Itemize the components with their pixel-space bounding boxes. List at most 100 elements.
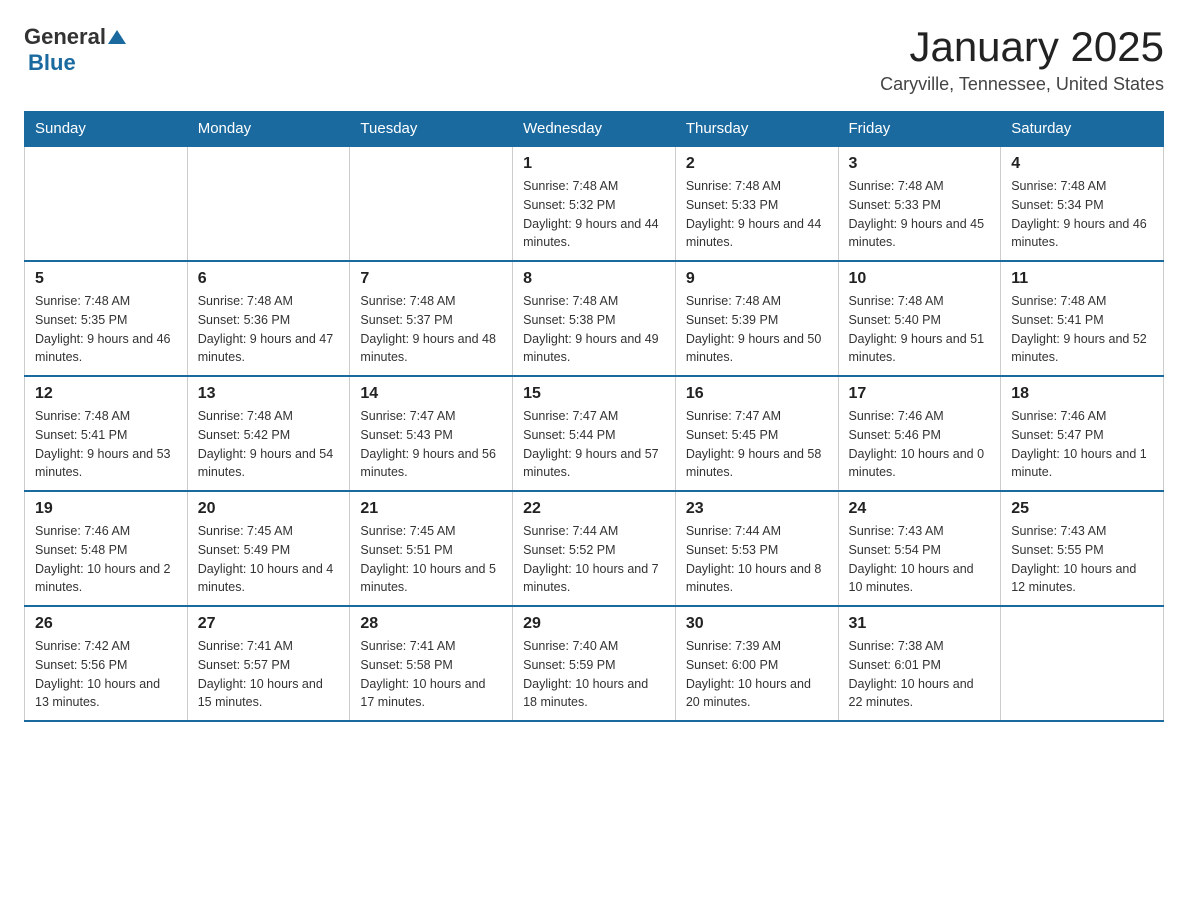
day-info: Sunrise: 7:46 AM Sunset: 5:48 PM Dayligh… [35,522,177,597]
weekday-header-tuesday: Tuesday [350,112,513,147]
day-number: 13 [198,385,340,403]
day-number: 20 [198,500,340,518]
calendar-table: SundayMondayTuesdayWednesdayThursdayFrid… [24,111,1164,722]
day-info: Sunrise: 7:41 AM Sunset: 5:58 PM Dayligh… [360,637,502,712]
calendar-cell: 31 Sunrise: 7:38 AM Sunset: 6:01 PM Dayli… [838,606,1001,721]
day-number: 12 [35,385,177,403]
calendar-cell [350,146,513,261]
day-info: Sunrise: 7:40 AM Sunset: 5:59 PM Dayligh… [523,637,665,712]
day-number: 16 [686,385,828,403]
day-number: 3 [849,155,991,173]
day-number: 24 [849,500,991,518]
calendar-cell: 7Sunrise: 7:48 AM Sunset: 5:37 PM Daylig… [350,261,513,376]
day-info: Sunrise: 7:47 AM Sunset: 5:45 PM Dayligh… [686,407,828,482]
day-number: 26 [35,615,177,633]
day-info: Sunrise: 7:48 AM Sunset: 5:41 PM Dayligh… [35,407,177,482]
day-info: Sunrise: 7:47 AM Sunset: 5:44 PM Dayligh… [523,407,665,482]
day-info: Sunrise: 7:48 AM Sunset: 5:33 PM Dayligh… [849,177,991,252]
calendar-cell: 23 Sunrise: 7:44 AM Sunset: 5:53 PM Dayli… [675,491,838,606]
day-info: Sunrise: 7:46 AM Sunset: 5:46 PM Dayligh… [849,407,991,482]
day-number: 15 [523,385,665,403]
day-info: Sunrise: 7:45 AM Sunset: 5:51 PM Dayligh… [360,522,502,597]
calendar-cell: 27Sunrise: 7:41 AM Sunset: 5:57 PM Dayli… [187,606,350,721]
day-info: Sunrise: 7:48 AM Sunset: 5:39 PM Dayligh… [686,292,828,367]
calendar-cell: 11 Sunrise: 7:48 AM Sunset: 5:41 PM Dayli… [1001,261,1164,376]
weekday-header-wednesday: Wednesday [513,112,676,147]
day-info: Sunrise: 7:48 AM Sunset: 5:33 PM Dayligh… [686,177,828,252]
day-info: Sunrise: 7:41 AM Sunset: 5:57 PM Dayligh… [198,637,340,712]
weekday-header-saturday: Saturday [1001,112,1164,147]
day-info: Sunrise: 7:38 AM Sunset: 6:01 PM Dayligh… [849,637,991,712]
month-title: January 2025 [880,24,1164,70]
calendar-cell: 9Sunrise: 7:48 AM Sunset: 5:39 PM Daylig… [675,261,838,376]
day-number: 8 [523,270,665,288]
day-number: 23 [686,500,828,518]
day-number: 21 [360,500,502,518]
calendar-cell [25,146,188,261]
calendar-cell: 21 Sunrise: 7:45 AM Sunset: 5:51 PM Dayli… [350,491,513,606]
calendar-cell: 15 Sunrise: 7:47 AM Sunset: 5:44 PM Dayli… [513,376,676,491]
title-block: January 2025 Caryville, Tennessee, Unite… [880,24,1164,95]
day-info: Sunrise: 7:44 AM Sunset: 5:53 PM Dayligh… [686,522,828,597]
calendar-week-5: 26Sunrise: 7:42 AM Sunset: 5:56 PM Dayli… [25,606,1164,721]
day-number: 25 [1011,500,1153,518]
calendar-cell [187,146,350,261]
day-number: 11 [1011,270,1153,288]
day-number: 14 [360,385,502,403]
calendar-cell: 18 Sunrise: 7:46 AM Sunset: 5:47 PM Dayli… [1001,376,1164,491]
day-info: Sunrise: 7:47 AM Sunset: 5:43 PM Dayligh… [360,407,502,482]
day-number: 31 [849,615,991,633]
calendar-cell: 14 Sunrise: 7:47 AM Sunset: 5:43 PM Dayli… [350,376,513,491]
calendar-cell: 13 Sunrise: 7:48 AM Sunset: 5:42 PM Dayli… [187,376,350,491]
day-number: 1 [523,155,665,173]
calendar-cell: 12 Sunrise: 7:48 AM Sunset: 5:41 PM Dayli… [25,376,188,491]
day-info: Sunrise: 7:48 AM Sunset: 5:42 PM Dayligh… [198,407,340,482]
day-info: Sunrise: 7:48 AM Sunset: 5:32 PM Dayligh… [523,177,665,252]
calendar-cell: 24 Sunrise: 7:43 AM Sunset: 5:54 PM Dayli… [838,491,1001,606]
logo: General Blue [24,24,126,76]
calendar-week-1: 1 Sunrise: 7:48 AM Sunset: 5:32 PM Daylig… [25,146,1164,261]
calendar-cell: 1 Sunrise: 7:48 AM Sunset: 5:32 PM Daylig… [513,146,676,261]
calendar-cell: 8 Sunrise: 7:48 AM Sunset: 5:38 PM Daylig… [513,261,676,376]
day-info: Sunrise: 7:48 AM Sunset: 5:36 PM Dayligh… [198,292,340,367]
day-number: 18 [1011,385,1153,403]
day-info: Sunrise: 7:48 AM Sunset: 5:40 PM Dayligh… [849,292,991,367]
day-number: 5 [35,270,177,288]
day-number: 7 [360,270,502,288]
calendar-week-2: 5 Sunrise: 7:48 AM Sunset: 5:35 PM Daylig… [25,261,1164,376]
day-info: Sunrise: 7:45 AM Sunset: 5:49 PM Dayligh… [198,522,340,597]
day-info: Sunrise: 7:46 AM Sunset: 5:47 PM Dayligh… [1011,407,1153,482]
page-header: General Blue January 2025 Caryville, Ten… [24,24,1164,95]
calendar-cell: 5 Sunrise: 7:48 AM Sunset: 5:35 PM Daylig… [25,261,188,376]
calendar-cell: 3 Sunrise: 7:48 AM Sunset: 5:33 PM Daylig… [838,146,1001,261]
calendar-week-4: 19 Sunrise: 7:46 AM Sunset: 5:48 PM Dayli… [25,491,1164,606]
calendar-cell: 20 Sunrise: 7:45 AM Sunset: 5:49 PM Dayli… [187,491,350,606]
weekday-header-thursday: Thursday [675,112,838,147]
calendar-cell: 16 Sunrise: 7:47 AM Sunset: 5:45 PM Dayli… [675,376,838,491]
calendar-cell: 17 Sunrise: 7:46 AM Sunset: 5:46 PM Dayli… [838,376,1001,491]
calendar-cell: 2Sunrise: 7:48 AM Sunset: 5:33 PM Daylig… [675,146,838,261]
calendar-cell: 10Sunrise: 7:48 AM Sunset: 5:40 PM Dayli… [838,261,1001,376]
day-info: Sunrise: 7:48 AM Sunset: 5:41 PM Dayligh… [1011,292,1153,367]
calendar-cell: 22Sunrise: 7:44 AM Sunset: 5:52 PM Dayli… [513,491,676,606]
calendar-cell: 29Sunrise: 7:40 AM Sunset: 5:59 PM Dayli… [513,606,676,721]
day-info: Sunrise: 7:43 AM Sunset: 5:55 PM Dayligh… [1011,522,1153,597]
weekday-header-monday: Monday [187,112,350,147]
day-info: Sunrise: 7:43 AM Sunset: 5:54 PM Dayligh… [849,522,991,597]
day-number: 19 [35,500,177,518]
day-info: Sunrise: 7:48 AM Sunset: 5:34 PM Dayligh… [1011,177,1153,252]
day-number: 6 [198,270,340,288]
calendar-cell: 26Sunrise: 7:42 AM Sunset: 5:56 PM Dayli… [25,606,188,721]
day-info: Sunrise: 7:48 AM Sunset: 5:38 PM Dayligh… [523,292,665,367]
calendar-cell: 6 Sunrise: 7:48 AM Sunset: 5:36 PM Daylig… [187,261,350,376]
weekday-header-friday: Friday [838,112,1001,147]
logo-blue: Blue [28,50,76,76]
logo-general: General [24,24,106,50]
calendar-week-3: 12 Sunrise: 7:48 AM Sunset: 5:41 PM Dayli… [25,376,1164,491]
day-number: 22 [523,500,665,518]
calendar-cell: 19 Sunrise: 7:46 AM Sunset: 5:48 PM Dayli… [25,491,188,606]
day-info: Sunrise: 7:48 AM Sunset: 5:35 PM Dayligh… [35,292,177,367]
day-number: 17 [849,385,991,403]
calendar-cell: 30Sunrise: 7:39 AM Sunset: 6:00 PM Dayli… [675,606,838,721]
day-number: 4 [1011,155,1153,173]
